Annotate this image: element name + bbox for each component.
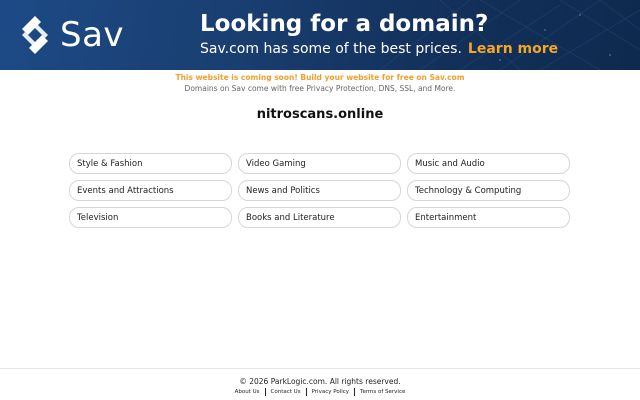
sav-logo-icon xyxy=(22,16,48,54)
logo-text: Sav xyxy=(60,15,125,55)
banner-headline: Looking for a domain? xyxy=(200,11,489,37)
banner-subline: Sav.com has some of the best prices. Lear… xyxy=(200,41,558,57)
footer-link-about[interactable]: About Us xyxy=(230,389,265,395)
coming-soon-notice[interactable]: This website is coming soon! Build your … xyxy=(0,73,640,82)
page-footer: © 2026 ParkLogic.com. All rights reserve… xyxy=(0,368,640,400)
learn-more-link[interactable]: Learn more xyxy=(468,41,558,57)
promo-banner[interactable]: Sav Looking for a domain? Sav.com has so… xyxy=(0,0,640,70)
category-link[interactable]: News and Politics xyxy=(238,180,401,201)
footer-links: About Us Contact Us Privacy Policy Terms… xyxy=(0,388,640,396)
sav-logo[interactable]: Sav xyxy=(18,12,126,58)
category-link[interactable]: Television xyxy=(69,207,232,228)
banner-subline-text: Sav.com has some of the best prices. xyxy=(200,41,462,57)
features-notice: Domains on Sav come with free Privacy Pr… xyxy=(184,84,456,93)
footer-link-privacy[interactable]: Privacy Policy xyxy=(307,389,354,395)
category-link[interactable]: Video Gaming xyxy=(238,153,401,174)
category-link[interactable]: Music and Audio xyxy=(407,153,570,174)
domain-name-title: nitroscans.online xyxy=(256,107,384,122)
copyright-text: © 2026 ParkLogic.com. All rights reserve… xyxy=(239,377,401,386)
category-link[interactable]: Entertainment xyxy=(407,207,570,228)
category-link[interactable]: Style & Fashion xyxy=(69,153,232,174)
category-grid: Style & Fashion Video Gaming Music and A… xyxy=(69,153,571,228)
footer-link-contact[interactable]: Contact Us xyxy=(266,389,306,395)
category-link[interactable]: Technology & Computing xyxy=(407,180,570,201)
category-link[interactable]: Events and Attractions xyxy=(69,180,232,201)
footer-link-terms[interactable]: Terms of Service xyxy=(355,389,410,395)
category-link[interactable]: Books and Literature xyxy=(238,207,401,228)
